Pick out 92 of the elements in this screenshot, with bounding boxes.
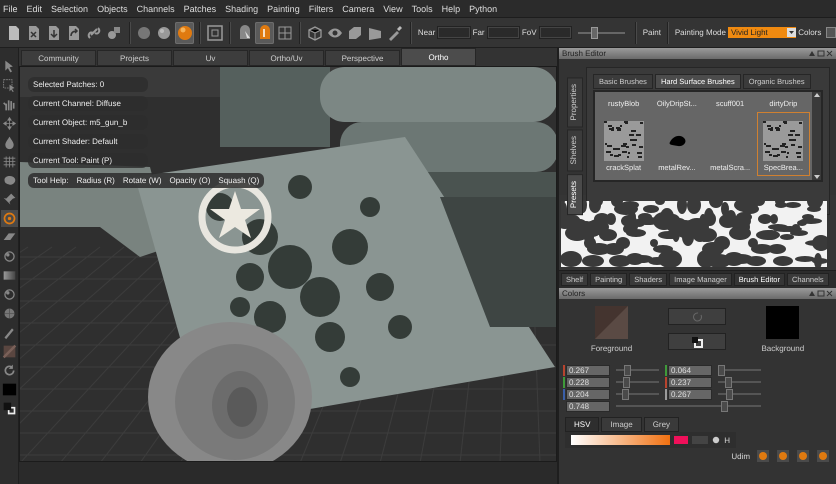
- default-colors-icon: [690, 336, 703, 348]
- viewport-tab[interactable]: Community: [21, 50, 96, 66]
- value-field[interactable]: 0.267: [566, 365, 610, 376]
- window-controls-icon: [808, 289, 833, 298]
- color-gradient-bar[interactable]: [571, 435, 670, 445]
- slider-thumb[interactable]: [624, 365, 632, 376]
- menu-item[interactable]: Help: [442, 4, 460, 14]
- side-tab[interactable]: Properties: [567, 77, 583, 128]
- head-paint-icon[interactable]: [255, 22, 274, 44]
- menu-item[interactable]: Painting: [267, 4, 300, 14]
- value-field[interactable]: 0.748: [566, 401, 610, 412]
- side-tab[interactable]: Shelves: [567, 129, 583, 172]
- tool-help-item: Rotate (W): [122, 176, 162, 185]
- viewport-tab[interactable]: Uv: [173, 50, 248, 66]
- dropdown-caret-icon: [787, 28, 796, 37]
- menu-item[interactable]: Filters: [308, 4, 334, 14]
- paint-label: Paint: [642, 28, 661, 37]
- tool-help-label: Tool Help:: [33, 176, 69, 185]
- menu-item[interactable]: Selection: [51, 4, 88, 14]
- menu-item[interactable]: Objects: [97, 4, 128, 14]
- color-tab[interactable]: Image: [601, 417, 642, 432]
- scrollbar[interactable]: [812, 92, 821, 180]
- painting-mode-dropdown[interactable]: Vivid Light: [728, 27, 796, 38]
- near-label: Near: [418, 28, 436, 37]
- scroll-down-icon: [812, 174, 820, 180]
- side-tab[interactable]: Presets: [567, 174, 583, 216]
- value-field[interactable]: 0.267: [668, 389, 712, 400]
- tool-help-item: Radius (R): [76, 176, 115, 185]
- fov-label: FoV: [522, 28, 537, 37]
- menu-item[interactable]: Tools: [412, 4, 433, 14]
- viewport-tab[interactable]: Perspective: [325, 50, 400, 66]
- brush-thumbnail: [763, 121, 804, 161]
- colors-label: Colors: [798, 28, 822, 37]
- tool-help-item: Squash (Q): [218, 176, 260, 185]
- slider-thumb[interactable]: [622, 377, 630, 388]
- fov-field[interactable]: [538, 26, 572, 39]
- value-field[interactable]: 0.228: [566, 377, 610, 388]
- viewport-tab[interactable]: Ortho/Uv: [249, 50, 324, 66]
- menu-item[interactable]: Camera: [342, 4, 374, 14]
- slider-thumb[interactable]: [591, 26, 598, 38]
- value-field[interactable]: 0.064: [668, 365, 712, 376]
- current-color-swatch: [674, 435, 688, 445]
- slider-thumb[interactable]: [718, 365, 725, 376]
- window-title: Brush Editor: [562, 49, 606, 58]
- painting-mode-label: Painting Mode: [674, 28, 726, 37]
- foreground-label: Foreground: [590, 344, 632, 353]
- udim-label: Udim: [731, 452, 750, 460]
- scroll-up-icon: [812, 92, 820, 98]
- slider-thumb[interactable]: [725, 377, 732, 388]
- paint-icon[interactable]: [796, 449, 810, 463]
- viewport-tab[interactable]: Ortho: [401, 48, 476, 66]
- menu-item[interactable]: Patches: [184, 4, 216, 14]
- info-label: Selected Patches: 0: [28, 77, 148, 92]
- texture-swatch-icon[interactable]: [0, 343, 18, 360]
- colors-checkbox[interactable]: [826, 27, 836, 38]
- far-label: Far: [472, 28, 485, 37]
- move-icon[interactable]: [0, 115, 18, 132]
- foreground-swatch[interactable]: [594, 306, 628, 339]
- menu-item[interactable]: Python: [469, 4, 498, 14]
- far-field[interactable]: [486, 26, 520, 39]
- menu-item[interactable]: Edit: [26, 4, 42, 14]
- menu-item[interactable]: View: [383, 4, 403, 14]
- slider-thumb[interactable]: [726, 389, 734, 400]
- window-title: Colors: [562, 289, 586, 298]
- paint-icon[interactable]: [756, 449, 770, 463]
- slider-thumb[interactable]: [721, 401, 728, 412]
- menu-item[interactable]: File: [3, 4, 18, 14]
- tool-help-item: Opacity (O): [169, 176, 210, 185]
- color-tab[interactable]: HSV: [565, 417, 600, 432]
- reset-colors-button[interactable]: [668, 333, 726, 350]
- paint-target-icon[interactable]: [0, 210, 18, 227]
- value-field[interactable]: 0.204: [566, 389, 610, 400]
- menu-item[interactable]: Channels: [136, 4, 175, 14]
- brush-thumbnail: [668, 134, 686, 147]
- h-label: H: [724, 436, 730, 444]
- background-swatch[interactable]: [766, 306, 800, 339]
- brush-thumbnail: [604, 121, 644, 161]
- picker-icon: [712, 435, 720, 445]
- color-swatch-icon[interactable]: [0, 381, 18, 398]
- paint-icon[interactable]: [816, 449, 830, 463]
- viewport-tab[interactable]: Projects: [97, 50, 172, 66]
- swap-button[interactable]: [668, 308, 726, 325]
- background-label: Background: [761, 344, 804, 353]
- menu-item[interactable]: Shading: [225, 4, 258, 14]
- near-field[interactable]: [437, 26, 471, 39]
- color-tab[interactable]: Grey: [644, 417, 680, 432]
- swap-colors-icon[interactable]: [0, 400, 18, 417]
- paint-icon[interactable]: [776, 449, 790, 463]
- swap-icon: [690, 310, 703, 322]
- value-field[interactable]: 0.237: [668, 377, 712, 388]
- slider-thumb[interactable]: [622, 389, 629, 400]
- window-controls-icon: [808, 49, 833, 58]
